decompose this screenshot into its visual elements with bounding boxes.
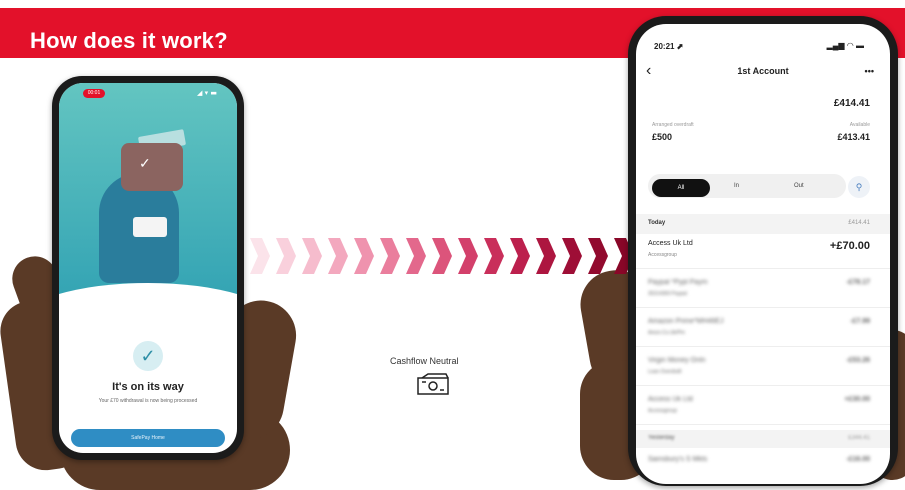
signal-icons: ▂▄▆ ◠ ▬ — [826, 41, 864, 50]
left-phone-screen: 00:01 ◢ ▾ ▬ ✓ ✓ It's on its way Your £70… — [59, 83, 237, 453]
cash-note-icon — [417, 373, 449, 395]
transaction-name: Amazon Prime*MH46EJ — [648, 318, 724, 325]
transaction-name: Access Uk Ltd — [648, 396, 693, 403]
yesterday-label: Yesterday — [648, 435, 675, 441]
transaction-amount: -£7.99 — [850, 318, 870, 325]
transaction-sub: Amzn.Co.Uk/Pm — [648, 330, 685, 336]
account-title: 1st Account — [737, 66, 789, 76]
confirmation-heading: It's on its way — [112, 381, 184, 393]
transaction-row[interactable]: Access Uk Ltd Accessgroup +£30.00 — [636, 390, 890, 425]
chevron-arrow-icon — [248, 236, 272, 276]
filter-all-tab[interactable]: All — [652, 179, 710, 197]
chevron-arrow-icon — [352, 236, 376, 276]
chevron-arrow-icon — [482, 236, 506, 276]
right-phone-screen: 20:21 ⬈ ▂▄▆ ◠ ▬ ‹ 1st Account ••• £414.4… — [636, 24, 890, 484]
transaction-sub: Accessgroup — [648, 408, 677, 414]
transaction-amount: -£53.26 — [846, 357, 870, 364]
safepay-home-button[interactable]: SafePay Home — [71, 429, 225, 447]
wallet-check-icon: ✓ — [139, 155, 151, 171]
overdraft-label: Arranged overdraft — [652, 122, 694, 128]
chevron-arrow-icon — [378, 236, 402, 276]
chevron-arrow-icon — [300, 236, 324, 276]
available-value: £413.41 — [837, 132, 870, 142]
transaction-amount: +£30.00 — [844, 396, 871, 403]
transaction-sub: 35314369 Paypal — [648, 291, 687, 297]
today-label: Today — [648, 220, 666, 226]
transaction-amount: -£78.17 — [846, 279, 870, 286]
filter-in-tab[interactable]: In — [734, 183, 739, 189]
yesterday-header: Yesterday £344.41 — [636, 430, 890, 448]
chevron-arrow-icon — [326, 236, 350, 276]
transaction-name: Sainsbury's S Mkts — [648, 456, 708, 463]
status-time: 20:21 ⬈ — [654, 42, 684, 51]
chevron-arrow-icon — [456, 236, 480, 276]
transaction-row[interactable]: Sainsbury's S Mkts -£16.00 — [636, 450, 890, 484]
today-amount: £414.41 — [848, 220, 870, 226]
transaction-row[interactable]: Paypal *Pypl Paym 35314369 Paypal -£78.1… — [636, 273, 890, 308]
chevron-arrow-icon — [560, 236, 584, 276]
available-label: Available — [849, 122, 870, 128]
recording-badge: 00:01 — [83, 89, 105, 98]
search-icon[interactable]: ⚲ — [848, 176, 870, 198]
transaction-row[interactable]: Access Uk Ltd Accessgroup +£70.00 — [636, 234, 890, 269]
yesterday-amount: £344.41 — [848, 435, 870, 441]
transaction-sub: Accessgroup — [648, 252, 677, 258]
transaction-name: Virgin Money Onln — [648, 357, 706, 364]
confirmation-subtext: Your £70 withdrawal is now being process… — [98, 398, 198, 404]
transaction-amount: -£16.00 — [846, 456, 870, 463]
more-options-icon[interactable]: ••• — [865, 66, 874, 76]
page-title: How does it work? — [30, 28, 228, 53]
account-balance: £414.41 — [833, 98, 870, 109]
transaction-name: Paypal *Pypl Paym — [648, 279, 708, 286]
chevron-arrow-icon — [274, 236, 298, 276]
chevron-arrow-icon — [586, 236, 610, 276]
chevron-arrow-icon — [534, 236, 558, 276]
transaction-sub: Loan Overdraft — [648, 369, 682, 375]
filter-out-tab[interactable]: Out — [794, 183, 804, 189]
chevron-arrow-icon — [508, 236, 532, 276]
success-check-icon: ✓ — [133, 341, 163, 371]
transaction-amount: +£70.00 — [829, 240, 870, 252]
wallet-illustration — [121, 143, 183, 191]
transaction-name: Access Uk Ltd — [648, 240, 693, 247]
chevron-arrow-icon — [430, 236, 454, 276]
left-phone: 00:01 ◢ ▾ ▬ ✓ ✓ It's on its way Your £70… — [52, 76, 244, 460]
status-icons: ◢ ▾ ▬ — [197, 89, 217, 97]
card-illustration — [133, 217, 167, 237]
overdraft-value: £500 — [652, 132, 673, 142]
transaction-row[interactable]: Amazon Prime*MH46EJ Amzn.Co.Uk/Pm -£7.99 — [636, 312, 890, 347]
cashflow-label: Cashflow Neutral — [390, 356, 459, 366]
chevron-arrow-icon — [404, 236, 428, 276]
right-phone: 20:21 ⬈ ▂▄▆ ◠ ▬ ‹ 1st Account ••• £414.4… — [628, 16, 898, 486]
transaction-row[interactable]: Virgin Money Onln Loan Overdraft -£53.26 — [636, 351, 890, 386]
